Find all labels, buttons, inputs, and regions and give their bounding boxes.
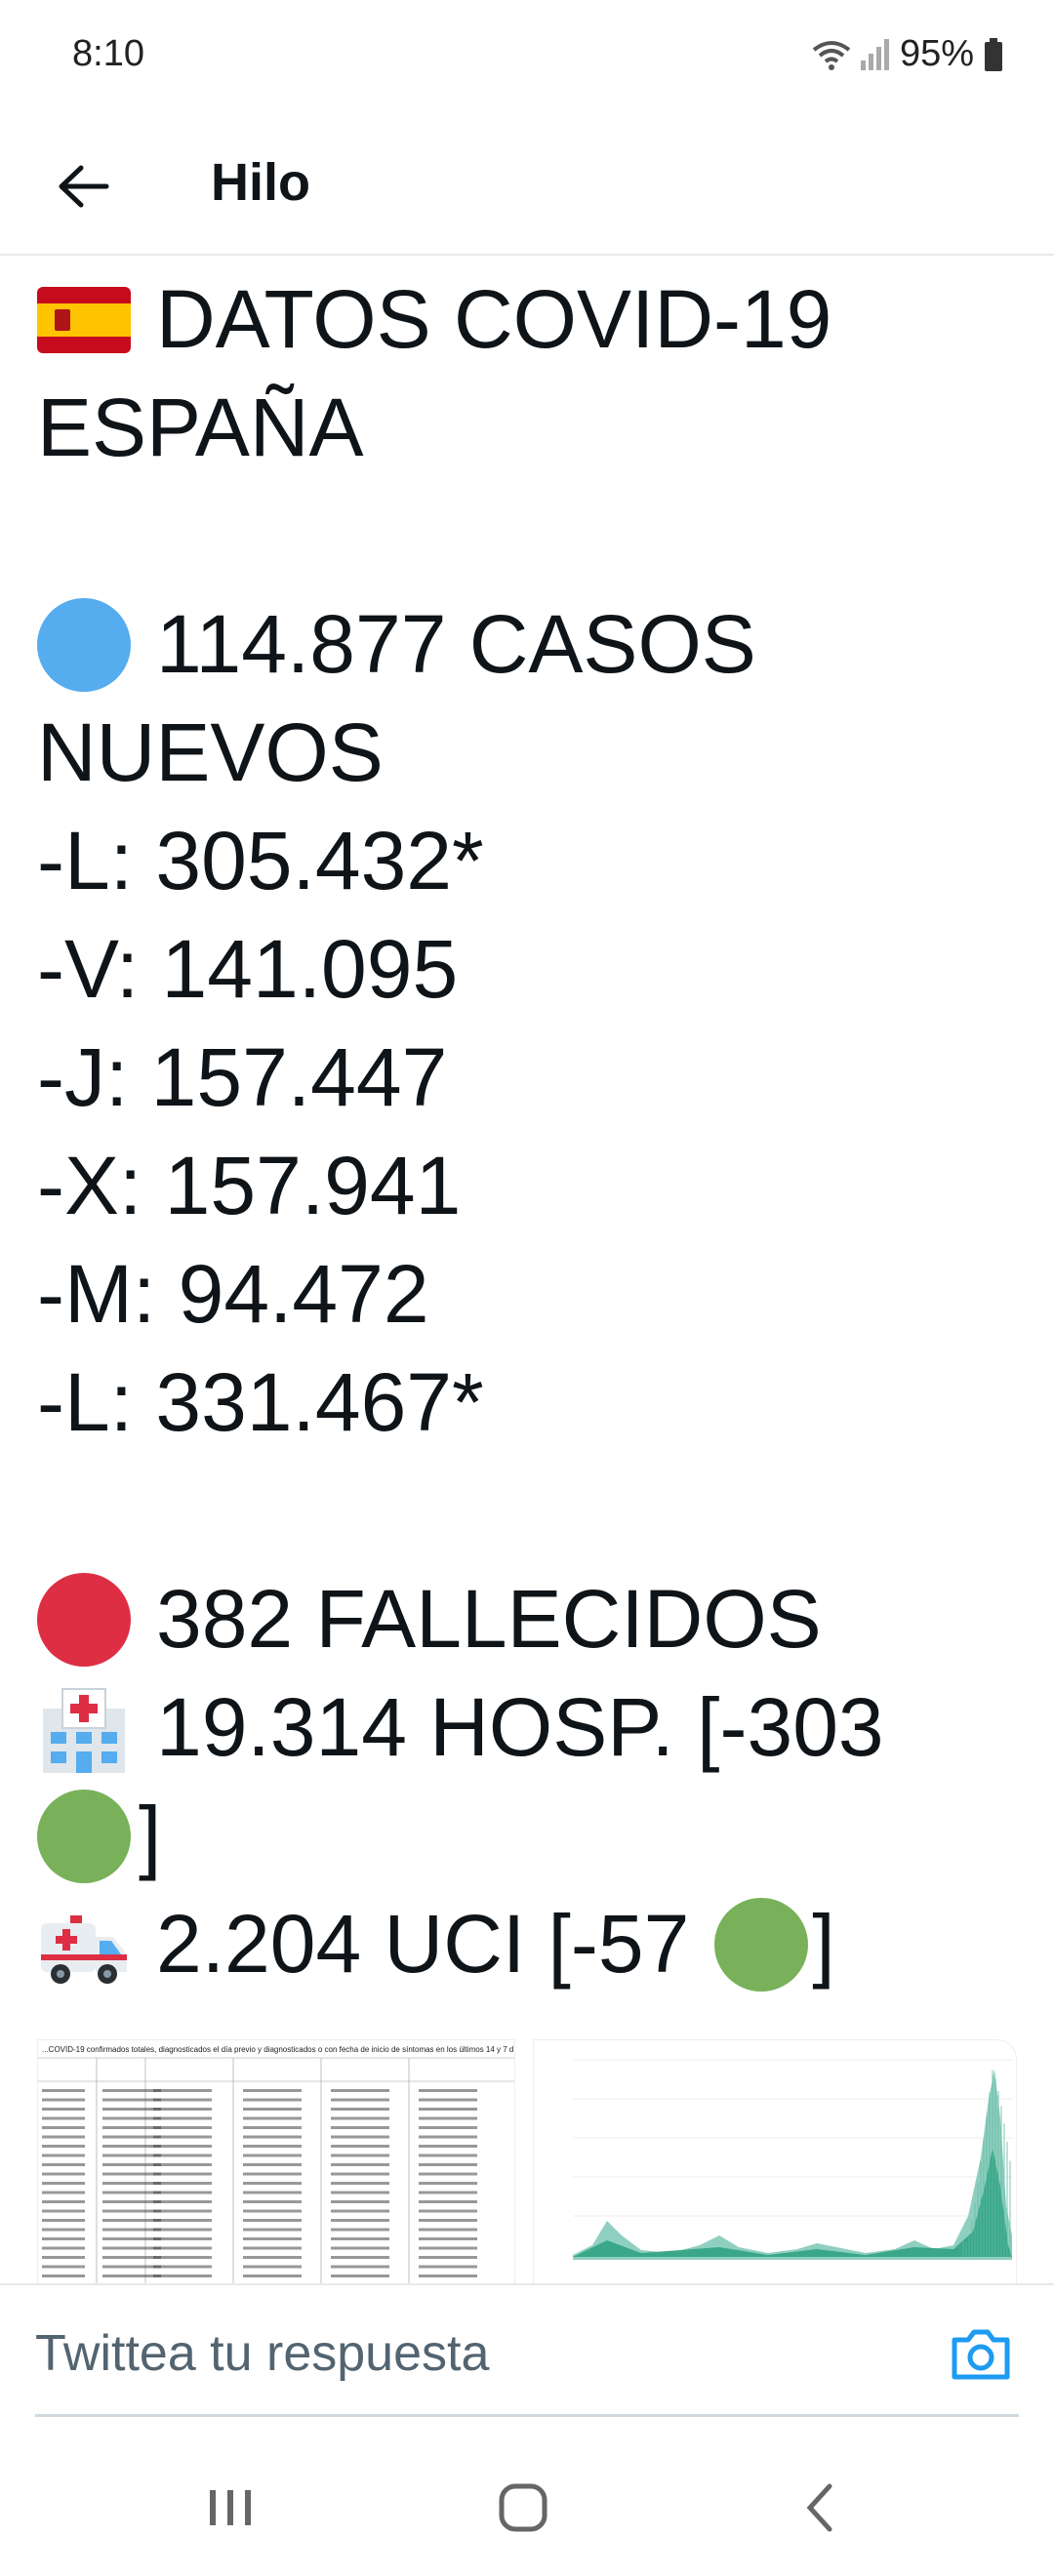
recents-button[interactable] (191, 2469, 269, 2547)
green-circle-icon (37, 1789, 131, 1883)
media-image-chart[interactable] (533, 2039, 1017, 2283)
cases-line-2: NUEVOS (37, 706, 384, 798)
headline-line-2: ESPAÑA (37, 382, 364, 473)
uci-close: ] (812, 1898, 835, 1990)
hospital-icon (43, 1687, 125, 1773)
uci-line: 2.204 UCI [-57 ] (37, 1890, 1023, 1998)
reply-input[interactable]: Twittea tu respuesta (35, 2324, 489, 2383)
battery-icon (985, 37, 1002, 71)
hosp-close: ] (139, 1790, 162, 1881)
hosp-line: 19.314 HOSP. [-303 (37, 1673, 1023, 1782)
media-image-table[interactable]: ...COVID-19 confirmados totales, diagnos… (37, 2039, 516, 2283)
cases-text: 114.877 CASOS (156, 598, 756, 690)
spain-flag-icon (37, 286, 131, 353)
wifi-icon (812, 40, 851, 70)
hosp-text: 19.314 HOSP. [-303 (156, 1681, 884, 1773)
chart-thumbnail (573, 2059, 1013, 2260)
nav-back-button[interactable] (781, 2469, 859, 2547)
media-gallery: ...COVID-19 confirmados totales, diagnos… (37, 2039, 1017, 2283)
tweet-text: DATOS COVID-19 ESPAÑA 114.877 CASOS NUEV… (37, 265, 1023, 1998)
table-caption: ...COVID-19 confirmados totales, diagnos… (42, 2045, 515, 2054)
deaths-text: 382 FALLECIDOS (156, 1573, 822, 1665)
ambulance-icon (41, 1914, 127, 1984)
deaths-line: 382 FALLECIDOS (37, 1565, 1023, 1673)
cases-line: 114.877 CASOS (37, 590, 1023, 699)
green-circle-icon (714, 1897, 809, 1992)
history-item: -L: 305.432* (37, 815, 484, 906)
signal-icon (860, 38, 889, 70)
history-item: -L: 331.467* (37, 1356, 484, 1448)
history-item: -J: 157.447 (37, 1031, 448, 1123)
arrow-left-icon (59, 165, 109, 208)
history-item: -M: 94.472 (37, 1248, 429, 1340)
history-item: -X: 157.941 (37, 1140, 462, 1231)
status-icons: 95% (812, 33, 1003, 75)
page-title: Hilo (211, 153, 310, 212)
red-circle-icon (37, 1572, 131, 1667)
camera-icon[interactable] (947, 2320, 1015, 2389)
home-button[interactable] (484, 2469, 562, 2547)
chevron-left-icon (806, 2483, 832, 2532)
headline-line: DATOS COVID-19 (37, 265, 1023, 374)
status-time: 8:10 (72, 33, 144, 74)
home-icon (499, 2483, 547, 2532)
recents-icon (210, 2490, 251, 2525)
history-item: -V: 141.095 (37, 923, 459, 1015)
reply-underline (35, 2414, 1019, 2417)
reply-bar: Twittea tu respuesta (0, 2283, 1054, 2422)
blue-circle-icon (37, 597, 131, 692)
table-thumbnail: ...COVID-19 confirmados totales, diagnos… (38, 2045, 515, 2283)
headline-text: DATOS COVID-19 (156, 273, 832, 365)
status-bar: 8:10 95% (0, 0, 1054, 117)
uci-text: 2.204 UCI [-57 (156, 1898, 690, 1990)
app-bar: Hilo (0, 117, 1054, 256)
back-button[interactable] (39, 142, 127, 230)
system-nav-bar (0, 2420, 1054, 2576)
battery-percent: 95% (899, 33, 974, 74)
hosp-line-2: ] (37, 1782, 1023, 1890)
